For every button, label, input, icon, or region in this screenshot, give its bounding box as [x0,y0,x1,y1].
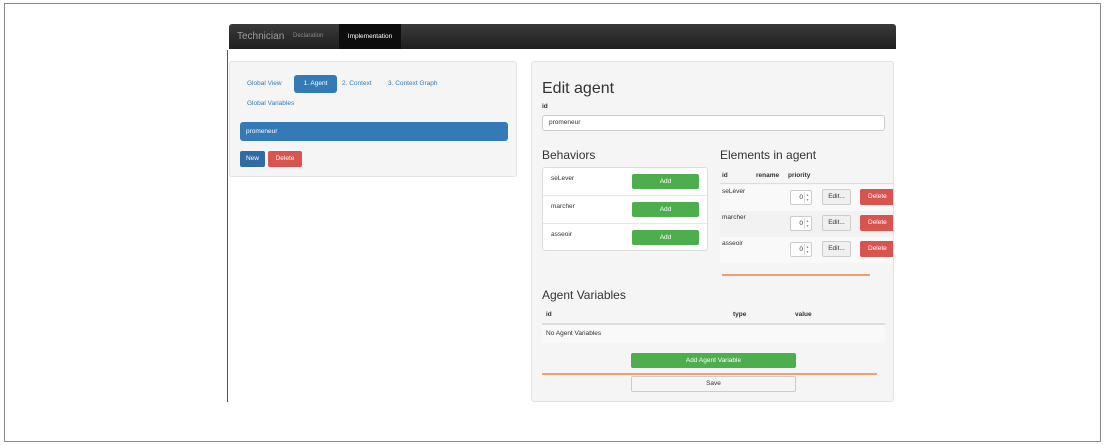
tab-agent[interactable]: 1. Agent [294,75,337,93]
elements-col-id: id [722,172,728,179]
table-row: seLever 0 ▴ ▾ Edit... Delete [720,185,893,211]
variables-col-id: id [546,311,552,318]
edit-agent-panel: Edit agent id promeneur Behaviors seLeve… [531,61,894,402]
agent-variables-heading: Agent Variables [542,288,626,302]
add-behavior-button[interactable]: Add [632,174,699,189]
empty-variables-row: No Agent Variables [542,324,885,343]
stepper-arrows-icon[interactable]: ▴ ▾ [804,244,810,255]
behaviors-heading: Behaviors [542,148,596,162]
nav-implementation[interactable]: Implementation [339,24,401,49]
priority-value: 0 [799,220,803,227]
variables-table-header: id type value [542,308,885,324]
agent-id-input[interactable]: promeneur [542,115,885,131]
page-title: Edit agent [542,80,615,97]
list-item: asseoir Add [543,224,707,252]
edit-element-button[interactable]: Edit... [822,241,851,257]
behavior-name: asseoir [551,231,572,238]
tab-global-variables[interactable]: Global Variables [247,100,294,107]
delete-element-button[interactable]: Delete [860,241,893,257]
list-item: marcher Add [543,196,707,224]
add-agent-variable-button[interactable]: Add Agent Variable [631,353,796,368]
new-agent-button[interactable]: New [240,151,265,167]
table-row: marcher 0 ▴ ▾ Edit... Delete [720,211,893,237]
element-id: seLever [722,188,746,195]
elements-col-priority: priority [788,172,811,179]
divider-line [227,50,228,402]
variables-col-value: value [795,311,812,318]
priority-stepper[interactable]: 0 ▴ ▾ [790,216,812,231]
elements-heading: Elements in agent [720,148,817,162]
priority-value: 0 [799,246,803,253]
variables-col-type: type [733,311,747,318]
behaviors-list: seLever Add marcher Add asseoir Add [542,167,708,251]
elements-col-rename: rename [756,172,780,179]
delete-element-button[interactable]: Delete [860,189,893,205]
agent-list-item[interactable]: promeneur [240,122,508,141]
add-behavior-button[interactable]: Add [632,202,699,217]
delete-agent-button[interactable]: Delete [268,151,302,167]
priority-stepper[interactable]: 0 ▴ ▾ [790,190,812,205]
edit-element-button[interactable]: Edit... [822,215,851,231]
tab-global-view[interactable]: Global View [247,80,282,87]
behavior-name: marcher [551,203,575,210]
nav-declaration[interactable]: Declaration [293,33,323,39]
drop-zone-indicator [722,274,870,276]
behavior-name: seLever [551,175,575,182]
element-id: marcher [722,214,746,221]
brand-title[interactable]: Technician [237,31,284,42]
id-label: id [542,103,548,110]
drop-zone-indicator [542,373,877,375]
tab-context[interactable]: 2. Context [342,80,372,87]
stepper-arrows-icon[interactable]: ▴ ▾ [804,218,810,229]
priority-value: 0 [799,194,803,201]
top-navbar: Technician Declaration Implementation [229,24,896,49]
elements-header-divider [720,183,893,184]
stepper-arrows-icon[interactable]: ▴ ▾ [804,192,810,203]
delete-element-button[interactable]: Delete [860,215,893,231]
edit-element-button[interactable]: Edit... [822,189,851,205]
agent-list-panel: Global View 1. Agent 2. Context 3. Conte… [229,61,517,177]
priority-stepper[interactable]: 0 ▴ ▾ [790,242,812,257]
list-item: seLever Add [543,168,707,196]
table-row: asseoir 0 ▴ ▾ Edit... Delete [720,237,893,263]
tab-context-graph[interactable]: 3. Context Graph [388,80,438,87]
add-behavior-button[interactable]: Add [632,230,699,245]
element-id: asseoir [722,240,743,247]
save-button[interactable]: Save [631,376,796,392]
